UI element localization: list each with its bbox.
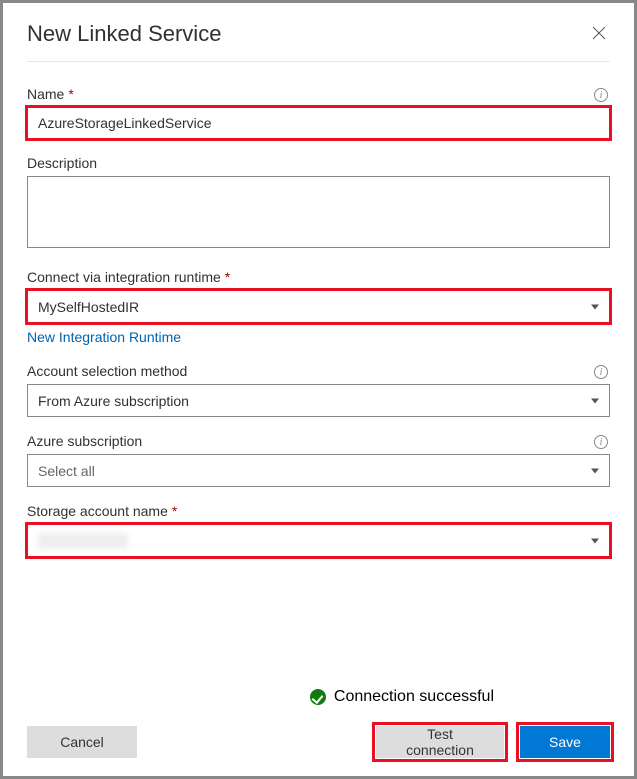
label-runtime: Connect via integration runtime [27,269,221,285]
info-icon[interactable]: i [594,435,608,449]
field-subscription: Azure subscription i Select all [27,433,610,487]
storage-name-value [38,533,128,549]
chevron-down-icon [591,468,599,473]
required-indicator: * [68,86,73,102]
runtime-value: MySelfHostedIR [38,299,139,315]
info-icon[interactable]: i [594,365,608,379]
header: New Linked Service [27,21,610,62]
test-connection-button[interactable]: Test connection [376,726,504,758]
chevron-down-icon [591,304,599,309]
success-check-icon [310,689,326,705]
subscription-value: Select all [38,463,95,479]
description-input[interactable] [27,176,610,248]
field-runtime: Connect via integration runtime * MySelf… [27,269,610,347]
account-method-select[interactable]: From Azure subscription [27,384,610,417]
linked-service-panel: New Linked Service Name * i Description … [0,0,637,779]
label-name: Name [27,86,64,102]
label-subscription: Azure subscription [27,433,142,449]
connection-status: Connection successful [310,688,494,706]
required-indicator: * [225,269,230,285]
field-name: Name * i [27,86,610,139]
form: Name * i Description Connect via integra… [27,86,610,706]
required-indicator: * [172,503,177,519]
new-runtime-link[interactable]: New Integration Runtime [27,329,181,345]
field-description: Description [27,155,610,253]
cancel-button[interactable]: Cancel [27,726,137,758]
subscription-select[interactable]: Select all [27,454,610,487]
field-account-method: Account selection method i From Azure su… [27,363,610,417]
field-storage-name: Storage account name * [27,503,610,557]
runtime-select[interactable]: MySelfHostedIR [27,290,610,323]
footer-buttons: Cancel Test connection Save [27,726,610,758]
info-icon[interactable]: i [594,88,608,102]
storage-name-select[interactable] [27,524,610,557]
page-title: New Linked Service [27,21,221,47]
account-method-value: From Azure subscription [38,393,189,409]
save-button[interactable]: Save [520,726,610,758]
label-description: Description [27,155,97,171]
close-icon[interactable] [588,22,610,47]
chevron-down-icon [591,538,599,543]
label-account-method: Account selection method [27,363,187,379]
name-input[interactable] [27,107,610,139]
chevron-down-icon [591,398,599,403]
status-text: Connection successful [334,688,494,706]
label-storage-name: Storage account name [27,503,168,519]
